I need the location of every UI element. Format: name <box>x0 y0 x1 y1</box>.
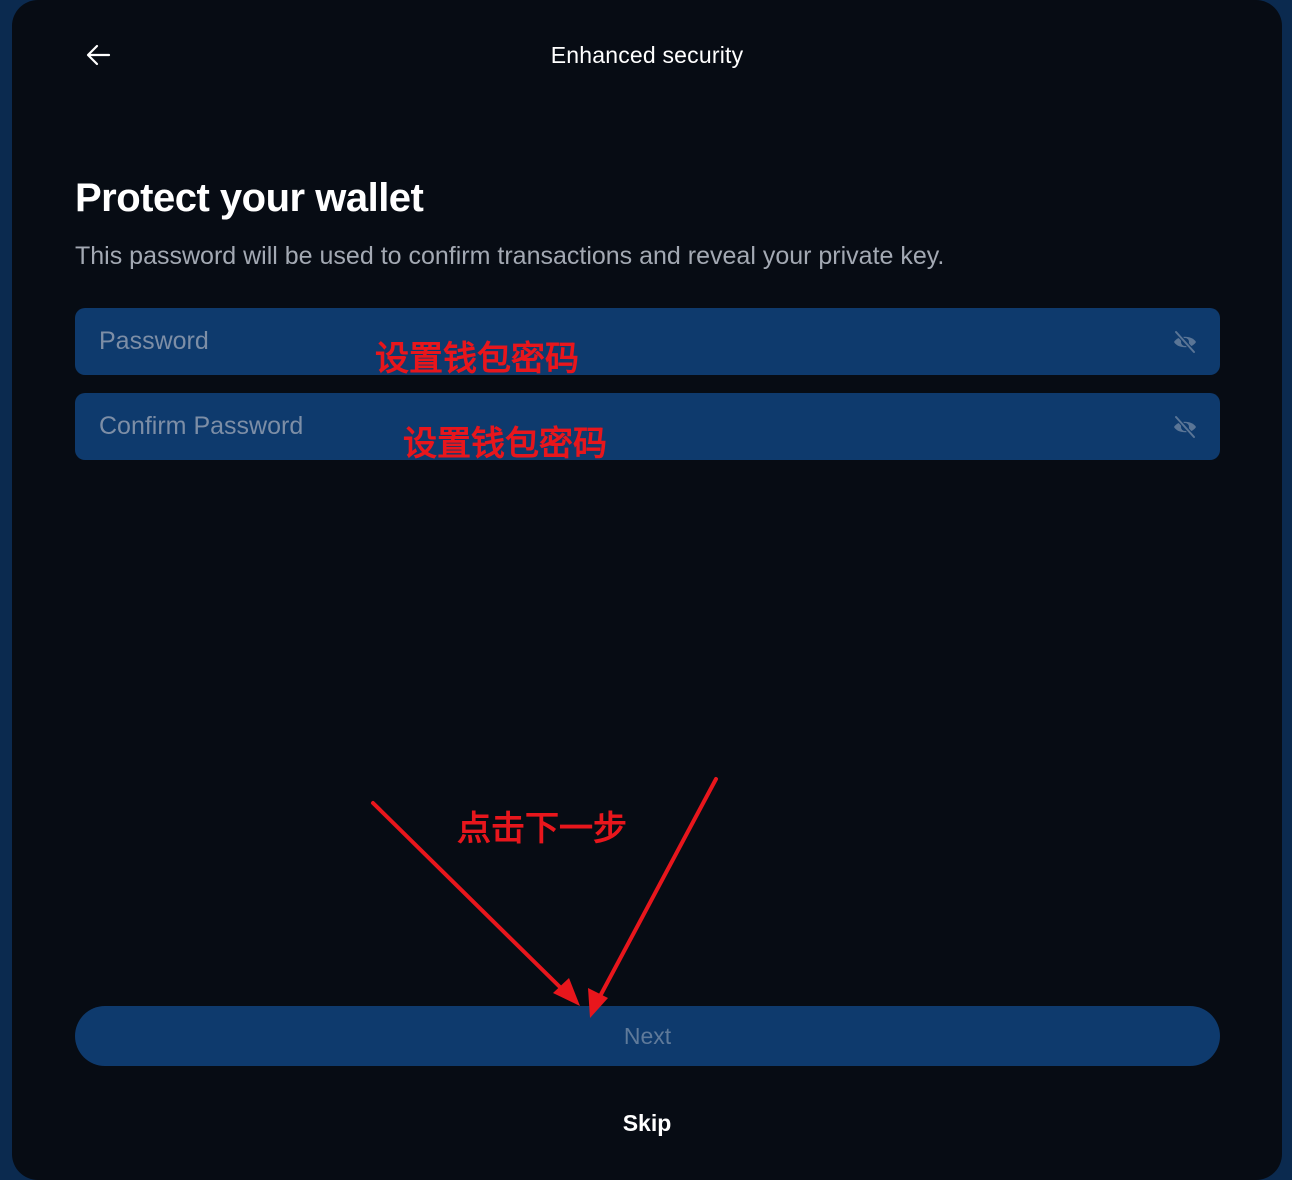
confirm-password-input[interactable] <box>75 393 1155 460</box>
password-input[interactable] <box>75 308 1155 375</box>
next-annotation: 点击下一步 <box>457 809 627 849</box>
setup-panel: Enhanced security Protect your wallet Th… <box>12 0 1282 1180</box>
header-title: Enhanced security <box>550 42 744 68</box>
eye-off-icon[interactable] <box>1172 329 1198 355</box>
header: Enhanced security <box>12 0 1282 110</box>
confirm-password-field[interactable] <box>75 393 1220 460</box>
skip-button[interactable]: Skip <box>12 1110 1282 1137</box>
password-field[interactable] <box>75 308 1220 375</box>
password-annotation: 设置钱包密码 <box>375 339 579 379</box>
eye-off-icon[interactable] <box>1172 414 1198 440</box>
next-button[interactable]: Next <box>75 1006 1220 1066</box>
page-subtitle: This password will be used to confirm tr… <box>75 242 945 270</box>
confirm-annotation: 设置钱包密码 <box>403 424 607 464</box>
page-title: Protect your wallet <box>75 176 424 220</box>
